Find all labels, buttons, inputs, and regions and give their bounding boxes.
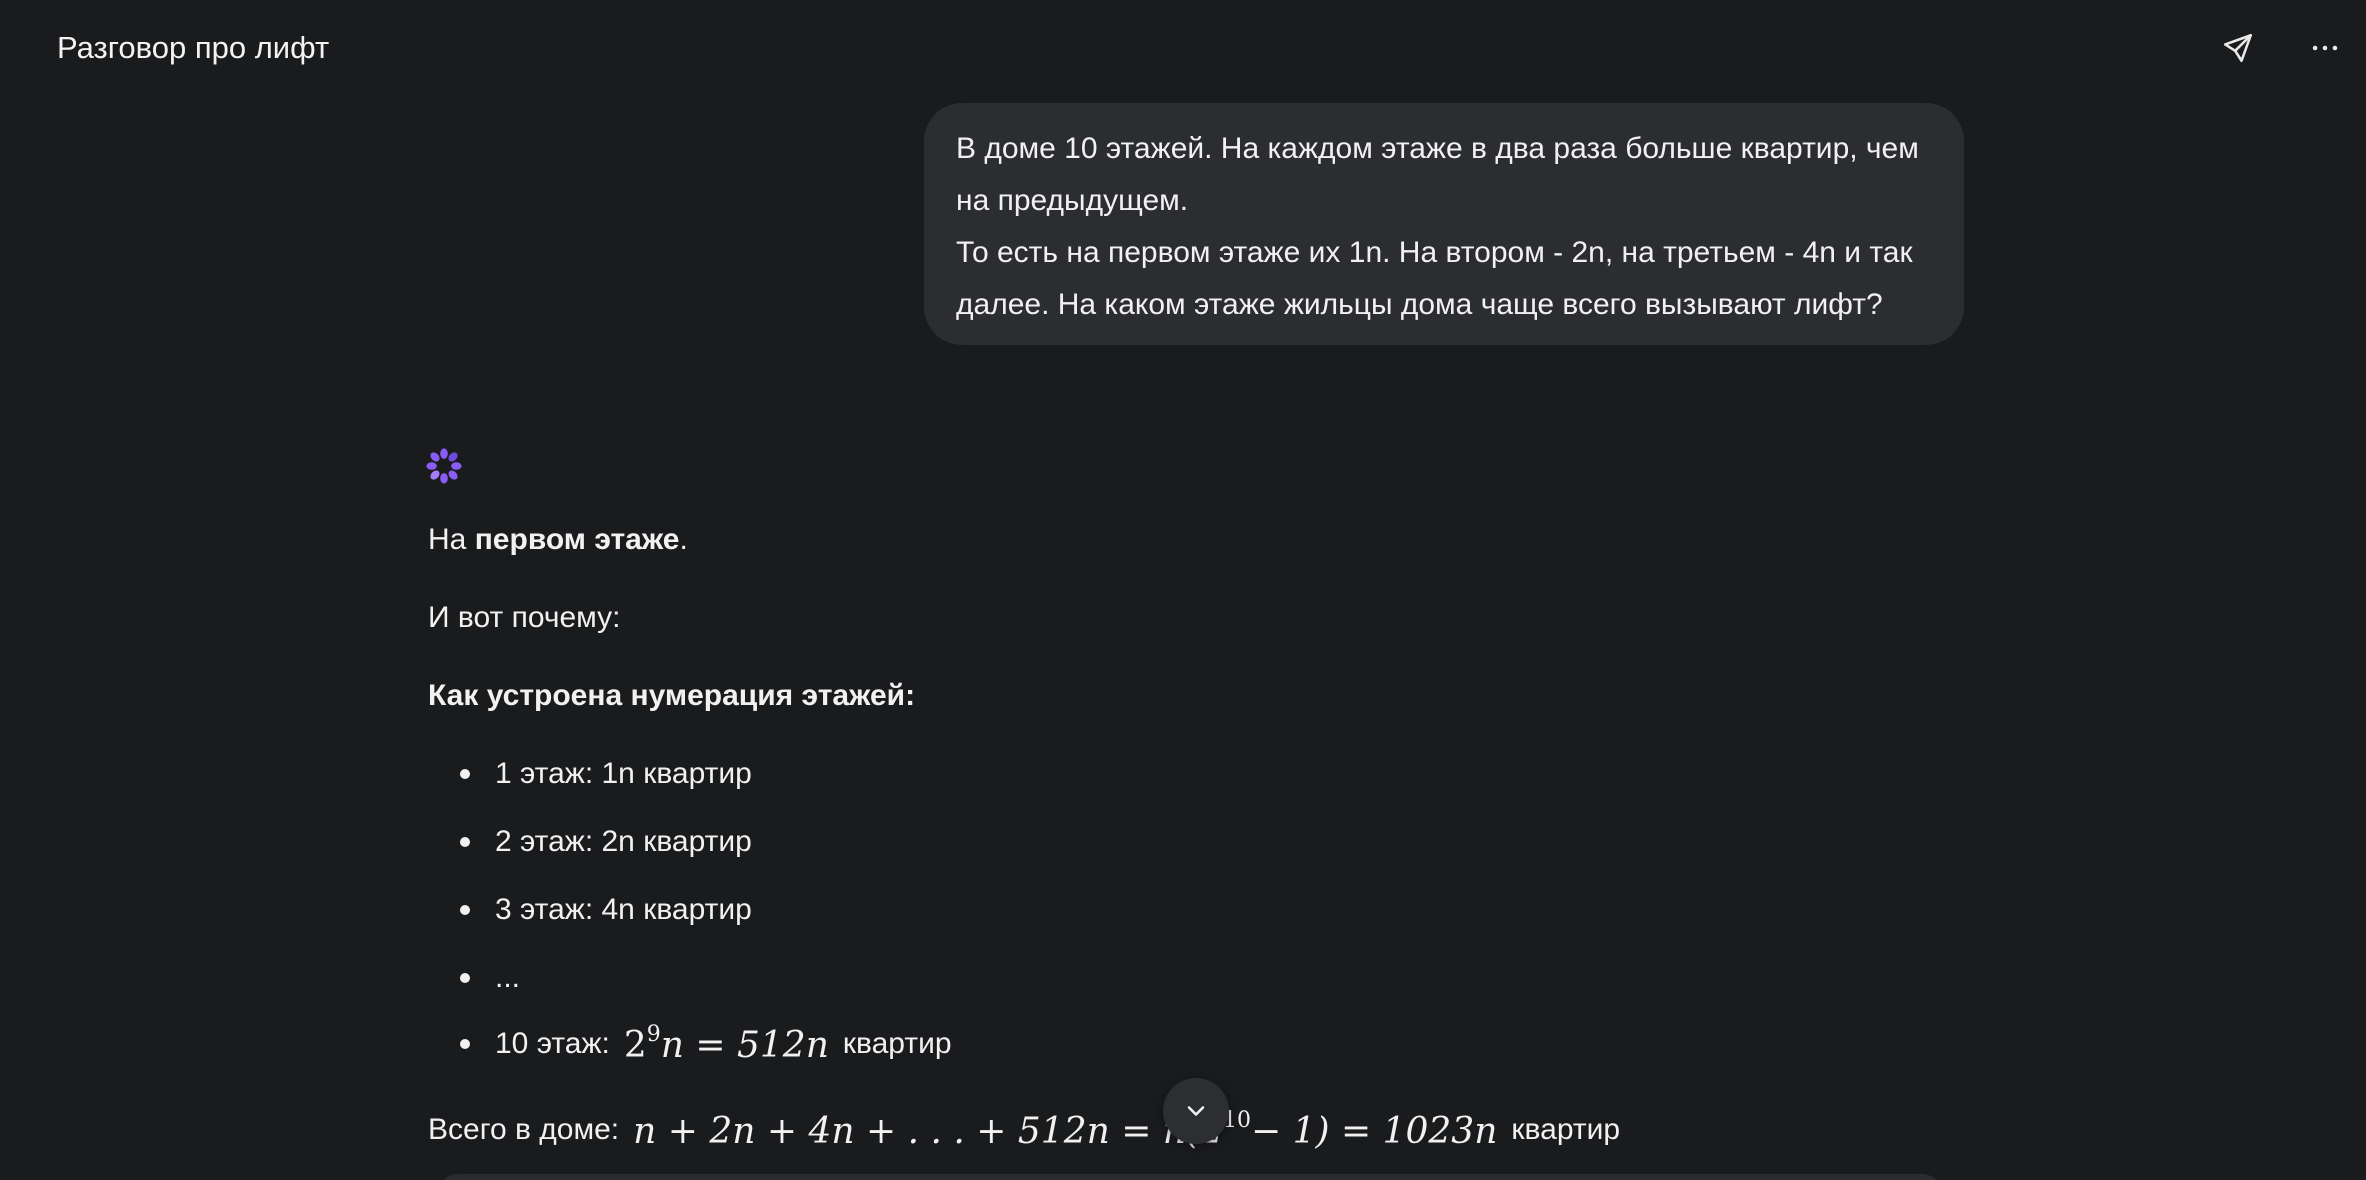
formula-base: 2 bbox=[623, 1025, 647, 1066]
list-item: 3 этаж: 4n квартир bbox=[460, 893, 752, 927]
user-message-line: далее. На каком этаже жильцы дома чаще в… bbox=[956, 288, 1883, 321]
more-horizontal-icon bbox=[2312, 45, 2338, 51]
user-message-line: на предыдущем. bbox=[956, 184, 1189, 217]
bullet bbox=[460, 1039, 470, 1049]
share-button[interactable] bbox=[2216, 26, 2260, 70]
list-item-text: 10 этаж: bbox=[495, 1027, 610, 1060]
total-suffix: квартир bbox=[1511, 1113, 1621, 1146]
chevron-down-icon bbox=[1187, 1106, 1205, 1116]
total-prefix: Всего в доме: bbox=[428, 1113, 620, 1146]
total-formula-rest: − 1) = 1023n bbox=[1250, 1111, 1498, 1152]
answer-bold: первом этаже bbox=[474, 523, 680, 556]
formula: 29n = 512n bbox=[624, 1022, 829, 1066]
answer-line: На первом этаже. bbox=[428, 523, 688, 557]
bullet bbox=[460, 973, 470, 983]
formula-rest: n = 512n bbox=[660, 1025, 829, 1066]
message-composer[interactable] bbox=[438, 1174, 1942, 1180]
list-item-text: 1 этаж: 1n квартир bbox=[495, 757, 752, 790]
reason-line: И вот почему: bbox=[428, 601, 621, 634]
assistant-logo-icon bbox=[426, 448, 462, 484]
answer-prefix: На bbox=[428, 523, 475, 556]
user-message-bubble: В доме 10 этажей. На каждом этаже в два … bbox=[924, 103, 1964, 345]
total-formula-main: n + 2n + 4n + . . . + 512n = n(2 bbox=[633, 1111, 1223, 1152]
list-item-text: 3 этаж: 4n квартир bbox=[495, 893, 752, 926]
list-item-suffix: квартир bbox=[842, 1027, 952, 1060]
chat-page: Разговор про лифт В доме 10 этажей. На к… bbox=[0, 0, 2366, 1180]
bullet bbox=[460, 837, 470, 847]
user-message-line: В доме 10 этажей. На каждом этаже в два … bbox=[956, 132, 1919, 165]
list-item: 1 этаж: 1n квартир bbox=[460, 757, 752, 791]
list-item-text: 2 этаж: 2n квартир bbox=[495, 825, 752, 858]
chat-title: Разговор про лифт bbox=[57, 30, 330, 65]
scroll-to-bottom-button[interactable] bbox=[1163, 1078, 1229, 1144]
bullet bbox=[460, 769, 470, 779]
formula-exponent: 9 bbox=[646, 1022, 661, 1047]
total-formula: n + 2n + 4n + . . . + 512n = n(210− 1) =… bbox=[633, 1108, 1497, 1152]
more-options-button[interactable] bbox=[2303, 26, 2347, 70]
list-item: ... bbox=[460, 961, 520, 995]
user-message-line: То есть на первом этаже их 1n. На втором… bbox=[956, 236, 1913, 269]
header: Разговор про лифт bbox=[0, 0, 2366, 96]
list-item-text: ... bbox=[495, 961, 521, 994]
answer-suffix: . bbox=[679, 523, 688, 556]
total-line: Всего в доме: n + 2n + 4n + . . . + 512n… bbox=[428, 1108, 1620, 1152]
section-heading: Как устроена нумерация этажей: bbox=[428, 679, 916, 712]
bullet bbox=[460, 905, 470, 915]
list-item: 10 этаж: 29n = 512n квартир bbox=[460, 1022, 952, 1066]
send-icon bbox=[2223, 33, 2253, 63]
list-item: 2 этаж: 2n квартир bbox=[460, 825, 752, 859]
